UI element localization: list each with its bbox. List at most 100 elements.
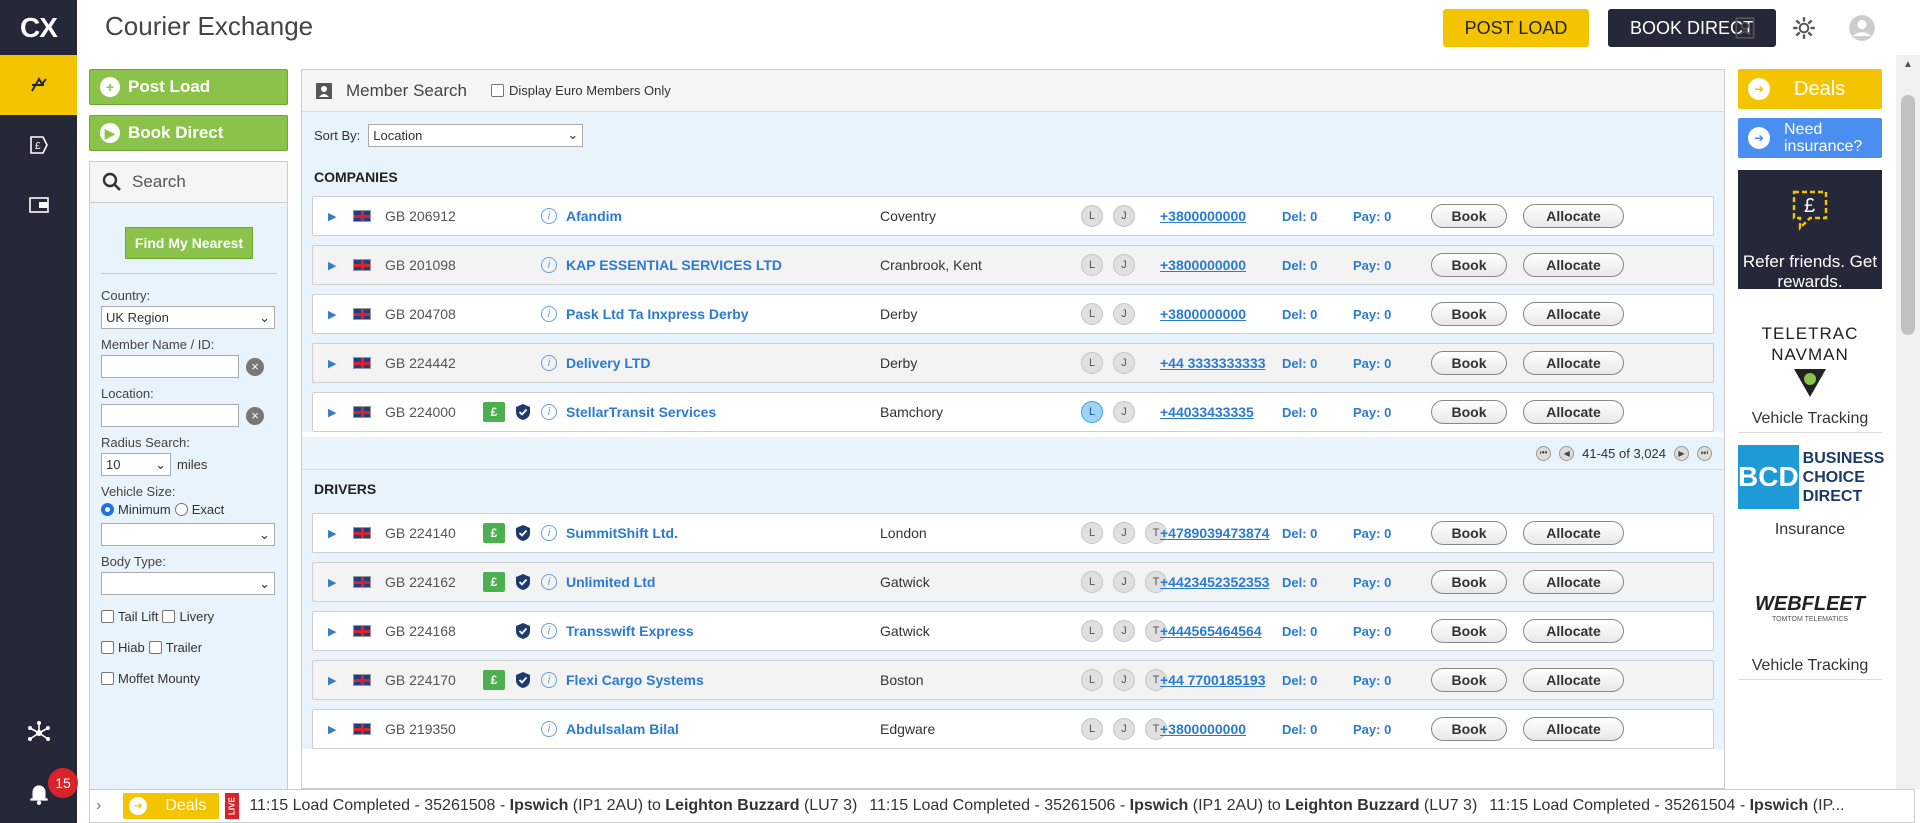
expand-caret-icon[interactable]: ▶ [328, 723, 336, 736]
book-button[interactable]: Book [1431, 570, 1507, 594]
side-search-header[interactable]: Search [89, 161, 288, 203]
expand-caret-icon[interactable]: ▶ [328, 308, 336, 321]
info-icon[interactable]: i [541, 525, 557, 541]
trailer-checkbox[interactable] [148, 641, 162, 654]
nav-network-icon[interactable] [0, 703, 77, 763]
member-name-link[interactable]: Pask Ltd Ta Inxpress Derby [566, 306, 749, 322]
book-button[interactable]: Book [1431, 204, 1507, 228]
book-button[interactable]: Book [1431, 521, 1507, 545]
member-name-link[interactable]: KAP ESSENTIAL SERVICES LTD [566, 257, 782, 273]
minimum-radio[interactable] [101, 503, 114, 516]
book-button[interactable]: Book [1431, 400, 1507, 424]
table-row[interactable]: ▶ GB 224170 £ i Flexi Cargo Systems Boston L J T… [312, 660, 1714, 700]
member-name-link[interactable]: SummitShift Ltd. [566, 525, 678, 541]
info-icon[interactable]: i [541, 404, 557, 420]
expand-caret-icon[interactable]: ▶ [328, 527, 336, 540]
info-icon[interactable]: i [541, 672, 557, 688]
book-button[interactable]: Book [1431, 253, 1507, 277]
next-page-icon[interactable]: ▶ [1674, 445, 1689, 461]
member-name-link[interactable]: StellarTransit Services [566, 404, 716, 420]
location-input[interactable] [101, 404, 239, 427]
vehicle-size-select[interactable]: ⌄ [101, 523, 275, 546]
table-row[interactable]: ▶ GB 224000 £ i StellarTransit Services Bamch… [312, 392, 1714, 432]
teletrac-ad[interactable]: TELETRAC NAVMAN Vehicle Tracking [1738, 323, 1882, 433]
allocate-button[interactable]: Allocate [1523, 400, 1624, 424]
notifications-bell-icon[interactable]: 15 [0, 763, 78, 823]
bcd-ad[interactable]: BCD BUSINESS CHOICE DIRECT Insurance [1738, 445, 1884, 543]
contact-card-icon[interactable] [1731, 14, 1759, 42]
radius-select[interactable]: 10 ⌄ [101, 453, 171, 476]
expand-caret-icon[interactable]: ▶ [328, 357, 336, 370]
phone-link[interactable]: +3800000000 [1160, 721, 1246, 737]
webfleet-ad[interactable]: WEBFLEET TOMTOM TELEMATICS Vehicle Track… [1738, 593, 1882, 680]
phone-link[interactable]: +44033433335 [1160, 404, 1254, 420]
member-name-input[interactable] [101, 355, 239, 378]
post-load-button[interactable]: POST LOAD [1443, 9, 1589, 47]
book-button[interactable]: Book [1431, 717, 1507, 741]
livery-checkbox[interactable] [162, 610, 176, 623]
allocate-button[interactable]: Allocate [1523, 619, 1624, 643]
table-row[interactable]: ▶ GB 224162 £ i Unlimited Ltd Gatwick L J T +4423… [312, 562, 1714, 602]
expand-caret-icon[interactable]: ▶ [328, 259, 336, 272]
page-scrollbar[interactable]: ▲ [1896, 55, 1920, 789]
expand-caret-icon[interactable]: ▶ [328, 210, 336, 223]
refer-friends-banner[interactable]: £ Refer friends. Get rewards. [1738, 170, 1882, 291]
phone-link[interactable]: +44 3333333333 [1160, 355, 1266, 371]
info-icon[interactable]: i [541, 306, 557, 322]
member-name-link[interactable]: Abdulsalam Bilal [566, 721, 679, 737]
first-page-icon[interactable]: ⏮ [1536, 445, 1552, 461]
table-row[interactable]: ▶ GB 201098 i KAP ESSENTIAL SERVICES LTD Cra… [312, 245, 1714, 285]
body-type-select[interactable]: ⌄ [101, 572, 275, 595]
ticker-deals-button[interactable]: ➜ Deals [123, 793, 220, 819]
allocate-button[interactable]: Allocate [1523, 570, 1624, 594]
cx-logo[interactable]: CX [0, 0, 77, 55]
ticker-chevron-icon[interactable]: › [96, 797, 101, 815]
nav-invoice-icon[interactable]: £ [0, 115, 77, 175]
clear-member-icon[interactable]: × [246, 357, 264, 376]
deals-button[interactable]: ➜ Deals [1738, 69, 1882, 109]
book-button[interactable]: Book [1431, 619, 1507, 643]
phone-link[interactable]: +3800000000 [1160, 208, 1246, 224]
table-row[interactable]: ▶ GB 206912 i Afandim Coventry L J +3800000000 D… [312, 196, 1714, 236]
allocate-button[interactable]: Allocate [1523, 302, 1624, 326]
info-icon[interactable]: i [541, 355, 557, 371]
phone-link[interactable]: +44 7700185193 [1160, 672, 1266, 688]
phone-link[interactable]: +4423452352353 [1160, 574, 1269, 590]
clear-location-icon[interactable]: × [246, 406, 264, 425]
info-icon[interactable]: i [541, 208, 557, 224]
expand-caret-icon[interactable]: ▶ [328, 576, 336, 589]
phone-link[interactable]: +4789039473874 [1160, 525, 1269, 541]
member-name-link[interactable]: Flexi Cargo Systems [566, 672, 704, 688]
table-row[interactable]: ▶ GB 224140 £ i SummitShift Ltd. London L J T +47… [312, 513, 1714, 553]
table-row[interactable]: ▶ GB 204708 i Pask Ltd Ta Inxpress Derby Der… [312, 294, 1714, 334]
phone-link[interactable]: +3800000000 [1160, 257, 1246, 273]
member-name-link[interactable]: Unlimited Ltd [566, 574, 655, 590]
user-avatar-icon[interactable] [1848, 14, 1876, 42]
sort-by-select[interactable]: Location ⌄ [368, 123, 584, 147]
expand-caret-icon[interactable]: ▶ [328, 406, 336, 419]
allocate-button[interactable]: Allocate [1523, 204, 1624, 228]
expand-caret-icon[interactable]: ▶ [328, 625, 336, 638]
prev-page-icon[interactable]: ◀ [1559, 445, 1575, 461]
side-book-direct-button[interactable]: ▶ Book Direct [89, 115, 288, 151]
info-icon[interactable]: i [541, 257, 557, 273]
nav-wallet-icon[interactable] [0, 175, 77, 235]
info-icon[interactable]: i [541, 574, 557, 590]
phone-link[interactable]: +3800000000 [1160, 306, 1246, 322]
info-icon[interactable]: i [541, 623, 557, 639]
settings-gear-icon[interactable] [1790, 14, 1818, 42]
euro-members-checkbox[interactable] [490, 84, 504, 97]
country-select[interactable]: UK Region ⌄ [101, 306, 275, 329]
allocate-button[interactable]: Allocate [1523, 351, 1624, 375]
book-button[interactable]: Book [1431, 302, 1507, 326]
allocate-button[interactable]: Allocate [1523, 668, 1624, 692]
scroll-thumb[interactable] [1901, 95, 1915, 335]
allocate-button[interactable]: Allocate [1523, 717, 1624, 741]
allocate-button[interactable]: Allocate [1523, 521, 1624, 545]
nav-loads-icon[interactable] [0, 55, 77, 115]
table-row[interactable]: ▶ GB 224442 i Delivery LTD Derby L J +44 333333… [312, 343, 1714, 383]
table-row[interactable]: ▶ GB 219350 i Abdulsalam Bilal Edgware L J T +38… [312, 709, 1714, 749]
last-page-icon[interactable]: ⏭ [1697, 445, 1712, 461]
book-button[interactable]: Book [1431, 351, 1507, 375]
moffet-checkbox[interactable] [101, 672, 114, 685]
